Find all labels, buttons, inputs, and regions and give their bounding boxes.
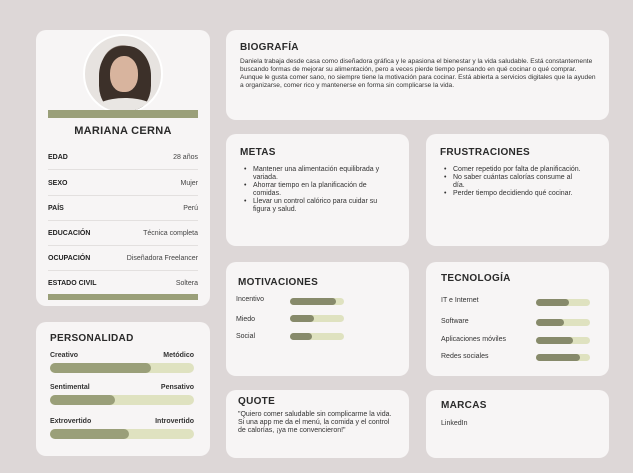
- info-value: 28 años: [173, 153, 198, 161]
- motivations-card: MOTIVACIONES Incentivo Miedo Social: [226, 262, 409, 376]
- trait-right-label: Metódico: [163, 352, 194, 359]
- quote-card: QUOTE "Quiero comer saludable sin compli…: [226, 390, 409, 458]
- technology-card: TECNOLOGÍA IT e Internet Software Aplica…: [426, 262, 609, 376]
- avatar: [83, 34, 163, 114]
- technology-row: Software: [441, 318, 469, 325]
- trait-right-label: Pensativo: [160, 384, 194, 391]
- trait-left-label: Creativo: [50, 352, 79, 359]
- info-row-ocupacion: OCUPACIÓN Diseñadora Freelancer: [48, 246, 198, 271]
- trait-track: [50, 395, 194, 405]
- motivation-fill: [290, 298, 336, 305]
- personality-title: PERSONALIDAD: [50, 333, 134, 344]
- motivation-fill: [290, 315, 315, 322]
- info-value: Soltera: [175, 280, 198, 287]
- info-row-edad: EDAD 28 años: [48, 145, 198, 170]
- profile-card: MARIANA CERNA EDAD 28 años SEXO Mujer PA…: [36, 30, 210, 306]
- personality-trait: Sentimental Pensativo: [50, 384, 194, 405]
- profile-name: MARIANA CERNA: [74, 125, 172, 137]
- info-row-sexo: SEXO Mujer: [48, 171, 198, 196]
- technology-title: TECNOLOGÍA: [441, 273, 511, 284]
- motivation-row: Social: [236, 333, 255, 340]
- technology-fill: [536, 337, 573, 344]
- frustrations-title: FRUSTRACIONES: [440, 147, 531, 158]
- trait-track: [50, 429, 194, 439]
- info-value: Perú: [183, 204, 198, 212]
- info-label: OCUPACIÓN: [48, 254, 91, 262]
- personality-card: PERSONALIDAD Creativo Metódico Sentiment…: [36, 322, 210, 456]
- trait-track: [50, 363, 194, 373]
- goals-list: Mantener una alimentación equilibrada y …: [244, 166, 394, 214]
- technology-fill: [536, 354, 581, 361]
- info-label: PAÍS: [48, 204, 64, 212]
- trait-left-label: Extrovertido: [50, 418, 92, 425]
- brands-card: MARCAS LinkedIn: [426, 390, 609, 458]
- info-label: EDAD: [48, 153, 68, 161]
- motivation-row: Miedo: [236, 316, 255, 323]
- frustrations-list: Comer repetido por falta de planificació…: [444, 166, 584, 198]
- technology-fill: [536, 299, 570, 306]
- goals-card: METAS Mantener una alimentación equilibr…: [226, 134, 409, 246]
- info-value: Diseñadora Freelancer: [126, 254, 198, 262]
- technology-track: [536, 354, 590, 361]
- trait-left-label: Sentimental: [50, 384, 90, 391]
- avatar-face: [110, 56, 138, 92]
- technology-fill: [536, 319, 565, 326]
- list-item: Ahorrar tiempo en la planificación de co…: [244, 182, 394, 198]
- list-item: Llevar un control calórico para cuidar s…: [244, 198, 394, 214]
- trait-fill: [50, 363, 151, 373]
- technology-label: IT e Internet: [441, 297, 479, 304]
- list-item: Comer repetido por falta de planificació…: [444, 166, 584, 174]
- technology-label: Redes sociales: [441, 353, 489, 360]
- personality-trait: Creativo Metódico: [50, 352, 194, 373]
- list-item: Perder tiempo decidiendo qué cocinar.: [444, 190, 584, 198]
- list-item: Mantener una alimentación equilibrada y …: [244, 166, 394, 182]
- info-value: Técnica completa: [143, 229, 198, 237]
- info-label: SEXO: [48, 179, 68, 187]
- motivation-fill: [290, 333, 312, 340]
- list-item: No saber cuántas calorías consume al día…: [444, 174, 584, 190]
- brands-title: MARCAS: [441, 400, 487, 411]
- info-row-pais: PAÍS Perú: [48, 196, 198, 221]
- technology-label: Aplicaciones móviles: [441, 336, 506, 343]
- info-value: Mujer: [180, 179, 198, 187]
- info-row-educacion: EDUCACIÓN Técnica completa: [48, 221, 198, 246]
- profile-bottom-divider: [48, 294, 198, 300]
- biography-card: BIOGRAFÍA Daniela trabaja desde casa com…: [226, 30, 609, 120]
- technology-track: [536, 337, 590, 344]
- profile-top-divider: [48, 110, 198, 118]
- motivation-track: [290, 333, 344, 340]
- motivations-title: MOTIVACIONES: [238, 277, 319, 288]
- motivation-track: [290, 315, 344, 322]
- info-label: EDUCACIÓN: [48, 229, 91, 237]
- technology-label: Software: [441, 318, 469, 325]
- biography-title: BIOGRAFÍA: [240, 42, 299, 53]
- biography-text: Daniela trabaja desde casa como diseñado…: [240, 58, 596, 89]
- quote-text: "Quiero comer saludable sin complicarme …: [238, 411, 392, 434]
- motivation-label: Miedo: [236, 316, 256, 323]
- motivation-track: [290, 298, 344, 305]
- motivation-row: Incentivo: [236, 296, 264, 303]
- trait-fill: [50, 429, 130, 439]
- quote-title: QUOTE: [238, 396, 276, 407]
- motivation-label: Incentivo: [236, 296, 265, 303]
- technology-row: IT e Internet: [441, 297, 479, 304]
- brand-item-linkedin: LinkedIn: [441, 420, 468, 427]
- personality-trait: Extrovertido Introvertido: [50, 418, 194, 439]
- trait-fill: [50, 395, 115, 405]
- technology-track: [536, 299, 590, 306]
- motivation-label: Social: [236, 333, 256, 340]
- technology-row: Redes sociales: [441, 353, 488, 360]
- technology-row: Aplicaciones móviles: [441, 336, 506, 343]
- technology-track: [536, 319, 590, 326]
- info-row-estado-civil: ESTADO CIVIL Soltera: [48, 271, 198, 296]
- info-label: ESTADO CIVIL: [48, 280, 97, 287]
- trait-right-label: Introvertido: [155, 418, 194, 425]
- frustrations-card: FRUSTRACIONES Comer repetido por falta d…: [426, 134, 609, 246]
- goals-title: METAS: [240, 147, 276, 158]
